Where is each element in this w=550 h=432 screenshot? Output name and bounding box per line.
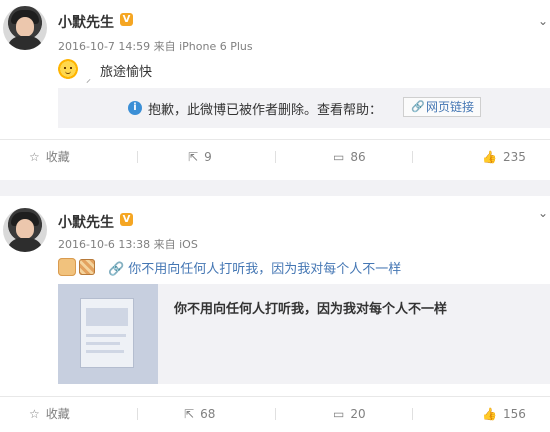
sticker-emoji-icon — [79, 259, 95, 275]
deleted-notice: i 抱歉，此微博已被作者删除。查看帮助： 🔗 网页链接 — [58, 88, 550, 128]
repost-icon: ⇱ — [184, 407, 195, 421]
repost-button[interactable]: ⇱ 9 — [188, 139, 212, 175]
info-icon: i — [128, 101, 142, 115]
like-button[interactable]: 👍 156 — [482, 396, 526, 432]
link-card[interactable]: 你不用向任何人打听我，因为我对每个人不一样 — [58, 284, 550, 384]
deleted-message: 抱歉，此微博已被作者删除。查看帮助： — [148, 103, 383, 118]
link-icon: 🔗 — [108, 262, 125, 277]
thumbs-up-icon: 👍 — [482, 407, 497, 421]
post-meta: 2016-10-7 14:59 来自 iPhone 6 Plus — [58, 40, 253, 53]
comment-icon: ▭ — [333, 150, 345, 164]
avatar[interactable] — [3, 208, 47, 252]
verified-badge-icon: V — [120, 213, 133, 226]
post-meta: 2016-10-6 13:38 来自 iOS — [58, 238, 198, 251]
avatar[interactable] — [3, 6, 47, 50]
card-thumbnail — [58, 284, 158, 384]
comment-button[interactable]: ▭ 20 — [333, 396, 366, 432]
dot-glyph: ⸝ — [86, 74, 91, 85]
verified-badge-icon: V — [120, 13, 133, 26]
comment-button[interactable]: ▭ 86 — [333, 139, 366, 175]
favorite-button[interactable]: ☆ 收藏 — [29, 396, 70, 432]
favorite-button[interactable]: ☆ 收藏 — [29, 139, 70, 175]
shared-link[interactable]: 🔗 你不用向任何人打听我，因为我对每个人不一样 — [108, 258, 401, 277]
sun-emoji-icon — [58, 59, 78, 79]
author-name[interactable]: 小默先生 — [58, 212, 114, 232]
thumbs-up-icon: 👍 — [482, 150, 497, 164]
card-title: 你不用向任何人打听我，因为我对每个人不一样 — [174, 302, 448, 317]
chevron-down-icon[interactable]: ⌄ — [538, 14, 548, 28]
star-icon: ☆ — [29, 150, 40, 164]
chevron-down-icon[interactable]: ⌄ — [538, 206, 548, 220]
repost-button[interactable]: ⇱ 68 — [184, 396, 215, 432]
comment-icon: ▭ — [333, 407, 345, 421]
help-link-button[interactable]: 🔗 网页链接 — [403, 97, 482, 117]
repost-icon: ⇱ — [188, 150, 199, 164]
star-icon: ☆ — [29, 407, 40, 421]
action-bar: ☆ 收藏 ⇱ 9 ▭ 86 👍 235 — [0, 139, 550, 175]
weibo-post-1: 小默先生 V ⌄ 2016-10-7 14:59 来自 iPhone 6 Plu… — [0, 0, 550, 180]
help-link-label: 网页链接 — [426, 100, 475, 114]
clap-emoji-icon — [58, 258, 76, 276]
author-name[interactable]: 小默先生 — [58, 12, 114, 32]
post-text: 旅途愉快 — [100, 65, 153, 80]
link-icon: 🔗 — [411, 100, 425, 113]
feed-gap — [0, 180, 550, 196]
like-button[interactable]: 👍 235 — [482, 139, 526, 175]
action-bar: ☆ 收藏 ⇱ 68 ▭ 20 👍 156 — [0, 396, 550, 432]
